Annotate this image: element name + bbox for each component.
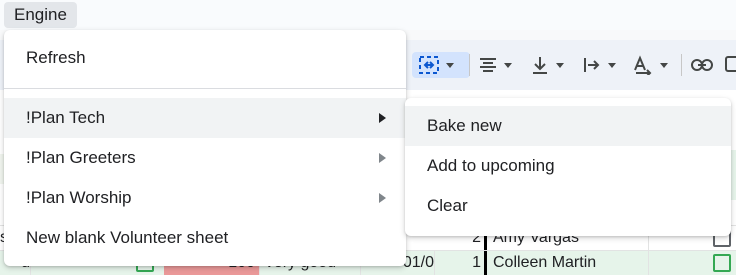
plan-tech-submenu: Bake new Add to upcoming Clear bbox=[405, 98, 731, 236]
menu-item-label: !Plan Tech bbox=[26, 108, 106, 127]
add-comment-icon bbox=[724, 55, 736, 75]
menu-divider bbox=[4, 88, 406, 89]
submenu-arrow-icon bbox=[379, 113, 386, 123]
vertical-align-icon bbox=[530, 55, 550, 75]
engine-menu: Refresh !Plan Tech !Plan Greeters !Plan … bbox=[4, 30, 406, 266]
menu-item-label: New blank Volunteer sheet bbox=[26, 228, 229, 247]
menu-item-clear[interactable]: Clear bbox=[405, 186, 731, 226]
menu-item-refresh[interactable]: Refresh bbox=[4, 38, 406, 78]
menu-item-label: Refresh bbox=[26, 48, 86, 67]
submenu-arrow-icon bbox=[379, 153, 386, 163]
insert-link-button[interactable] bbox=[690, 52, 716, 78]
toolbar-divider bbox=[469, 54, 470, 76]
chevron-down-icon bbox=[504, 62, 512, 68]
toolbar-divider bbox=[681, 54, 682, 76]
chevron-down-icon bbox=[556, 62, 564, 68]
menu-item-new-volunteer-sheet[interactable]: New blank Volunteer sheet bbox=[4, 218, 406, 258]
merge-cells-icon bbox=[418, 55, 440, 75]
chevron-down-icon bbox=[660, 62, 668, 68]
menu-item-label: Bake new bbox=[427, 116, 502, 135]
text-wrap-icon bbox=[582, 55, 602, 75]
submenu-arrow-icon bbox=[379, 193, 386, 203]
chevron-down-icon bbox=[446, 62, 454, 68]
menu-item-bake-new[interactable]: Bake new bbox=[405, 106, 731, 146]
insert-link-icon bbox=[690, 57, 714, 73]
menu-bar: Engine bbox=[0, 0, 736, 30]
menu-item-plan-tech[interactable]: !Plan Tech bbox=[4, 98, 406, 138]
menu-engine[interactable]: Engine bbox=[4, 2, 77, 28]
vertical-align-button[interactable] bbox=[530, 52, 574, 78]
horizontal-align-button[interactable] bbox=[478, 52, 522, 78]
menu-item-label: !Plan Greeters bbox=[26, 148, 136, 167]
column-border bbox=[484, 251, 487, 275]
text-rotation-icon bbox=[632, 55, 654, 75]
menu-item-label: Clear bbox=[427, 196, 468, 215]
menu-item-label: Add to upcoming bbox=[427, 156, 555, 175]
text-wrap-button[interactable] bbox=[582, 52, 626, 78]
checkbox[interactable] bbox=[713, 254, 731, 272]
add-comment-button[interactable] bbox=[724, 52, 736, 78]
menu-item-plan-worship[interactable]: !Plan Worship bbox=[4, 178, 406, 218]
menu-item-plan-greeters[interactable]: !Plan Greeters bbox=[4, 138, 406, 178]
menu-item-label: !Plan Worship bbox=[26, 188, 132, 207]
merge-cells-button[interactable] bbox=[412, 52, 470, 78]
table-cell: Colleen Martin bbox=[493, 251, 649, 275]
table-cell: 1 bbox=[436, 251, 486, 275]
horizontal-align-icon bbox=[478, 56, 498, 74]
chevron-down-icon bbox=[608, 62, 616, 68]
menu-item-add-to-upcoming[interactable]: Add to upcoming bbox=[405, 146, 731, 186]
text-rotation-button[interactable] bbox=[632, 52, 676, 78]
